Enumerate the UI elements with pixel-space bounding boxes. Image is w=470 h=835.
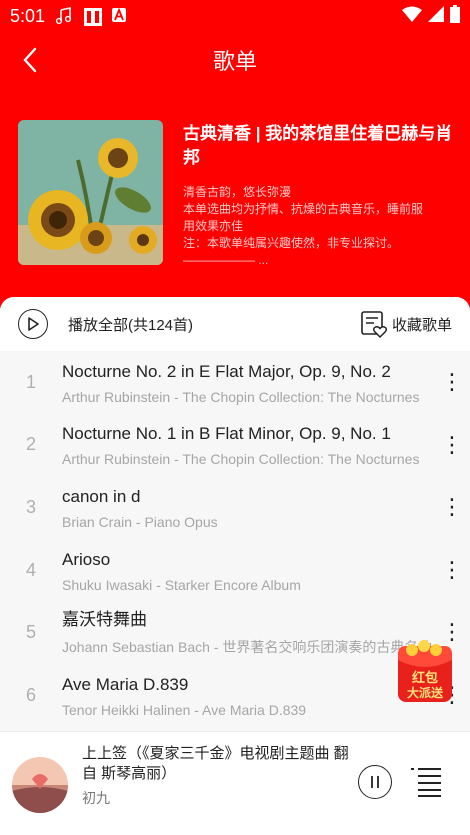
- song-number: 6: [25, 684, 36, 705]
- status-time: 5:01: [10, 5, 46, 26]
- now-playing-title: 上上签（《夏家三千金》电视剧主题曲 翻自 斯琴高丽）: [82, 745, 349, 782]
- song-subtitle: Arthur Rubinstein - The Chopin Collectio…: [62, 451, 420, 468]
- pause-icon: [371, 776, 379, 788]
- now-playing-artwork[interactable]: [12, 757, 68, 813]
- song-title: Arioso: [62, 549, 111, 569]
- playlist-description: 清香古韵，悠长弥漫 本单选曲均为抒情、抗燥的古典音乐，睡前服 用效果亦佳 注：本…: [183, 184, 453, 269]
- status-bar: 5:01: [0, 0, 470, 32]
- collect-list-icon: [361, 311, 388, 338]
- collect-label: 收藏歌单: [391, 316, 452, 334]
- more-options-icon[interactable]: ⋮: [441, 555, 463, 585]
- song-row[interactable]: 3 canon in d Brian Crain - Piano Opus ⋮: [0, 476, 470, 539]
- playlist-title: 古典清香 | 我的茶馆里住着巴赫与肖邦: [183, 124, 453, 167]
- playlist-queue-button[interactable]: [410, 766, 442, 798]
- more-options-icon[interactable]: ⋮: [441, 430, 463, 460]
- playlist-info[interactable]: 古典清香 | 我的茶馆里住着巴赫与肖邦 清香古韵，悠长弥漫 本单选曲均为抒情、抗…: [183, 120, 453, 267]
- now-playing-artist: 初九: [82, 790, 110, 806]
- collect-playlist-button[interactable]: 收藏歌单: [360, 310, 452, 338]
- red-packet-line2: 大派送: [407, 685, 444, 700]
- song-subtitle: Shuku Iwasaki - Starker Encore Album: [62, 576, 301, 593]
- queue-list-icon: [411, 768, 441, 797]
- red-packet-promo[interactable]: 红包 大派送: [396, 640, 454, 704]
- chevron-left-icon: [23, 47, 37, 73]
- song-subtitle: Arthur Rubinstein - The Chopin Collectio…: [62, 388, 420, 405]
- text-app-icon: [111, 7, 129, 25]
- description-line: —————— ...: [183, 253, 269, 267]
- song-title: canon in d: [62, 486, 141, 506]
- more-options-icon[interactable]: ⋮: [441, 367, 463, 397]
- song-row[interactable]: 4 Arioso Shuku Iwasaki - Starker Encore …: [0, 539, 470, 602]
- song-title: Ave Maria D.839: [62, 674, 189, 694]
- wifi-icon: [402, 6, 422, 27]
- song-number: 3: [25, 496, 36, 517]
- song-row[interactable]: 2 Nocturne No. 1 in B Flat Minor, Op. 9,…: [0, 414, 470, 477]
- red-packet-line1: 红包: [412, 670, 438, 686]
- back-button[interactable]: [14, 44, 46, 76]
- battery-icon: [450, 4, 460, 28]
- more-options-icon[interactable]: ⋮: [441, 492, 463, 522]
- song-title: 嘉沃特舞曲: [62, 610, 147, 630]
- description-line: 用效果亦佳: [183, 219, 244, 233]
- description-line: 清香古韵，悠长弥漫: [183, 185, 292, 199]
- page-title: 歌单: [212, 49, 257, 74]
- song-number: 1: [25, 371, 36, 392]
- description-line: 注：本歌单纯属兴趣使然，非专业探讨。: [183, 236, 400, 250]
- song-number: 4: [25, 559, 36, 580]
- sunflowers-artwork: [18, 120, 163, 265]
- play-all-row: 播放全部(共124首) 收藏歌单: [0, 297, 470, 351]
- cell-signal-icon: [428, 5, 444, 27]
- song-title: Nocturne No. 1 in B Flat Minor, Op. 9, N…: [62, 424, 391, 444]
- description-line: 本单选曲均为抒情、抗燥的古典音乐，睡前服: [183, 202, 424, 216]
- app-notification-icon: [83, 7, 103, 26]
- song-number: 5: [25, 622, 36, 643]
- playlist-header: 古典清香 | 我的茶馆里住着巴赫与肖邦 清香古韵，悠长弥漫 本单选曲均为抒情、抗…: [18, 120, 458, 267]
- play-circle-icon[interactable]: [18, 309, 48, 339]
- song-title: Nocturne No. 2 in E Flat Major, Op. 9, N…: [62, 361, 391, 381]
- playlist-cover[interactable]: [18, 120, 163, 265]
- nav-bar: 歌单: [0, 36, 470, 84]
- song-row[interactable]: 1 Nocturne No. 2 in E Flat Major, Op. 9,…: [0, 351, 470, 414]
- song-number: 2: [25, 434, 36, 455]
- song-subtitle: Johann Sebastian Bach - 世界著名交响乐团演奏的古典名曲: [62, 639, 433, 656]
- play-all-button[interactable]: 播放全部(共124首): [68, 314, 193, 335]
- pause-button[interactable]: [358, 765, 392, 799]
- mini-player[interactable]: 上上签（《夏家三千金》电视剧主题曲 翻自 斯琴高丽） 初九: [0, 731, 470, 835]
- music-note-icon: [55, 7, 73, 25]
- song-subtitle: Brian Crain - Piano Opus: [62, 513, 218, 530]
- song-subtitle: Tenor Heikki Halinen - Ave Maria D.839: [62, 701, 307, 718]
